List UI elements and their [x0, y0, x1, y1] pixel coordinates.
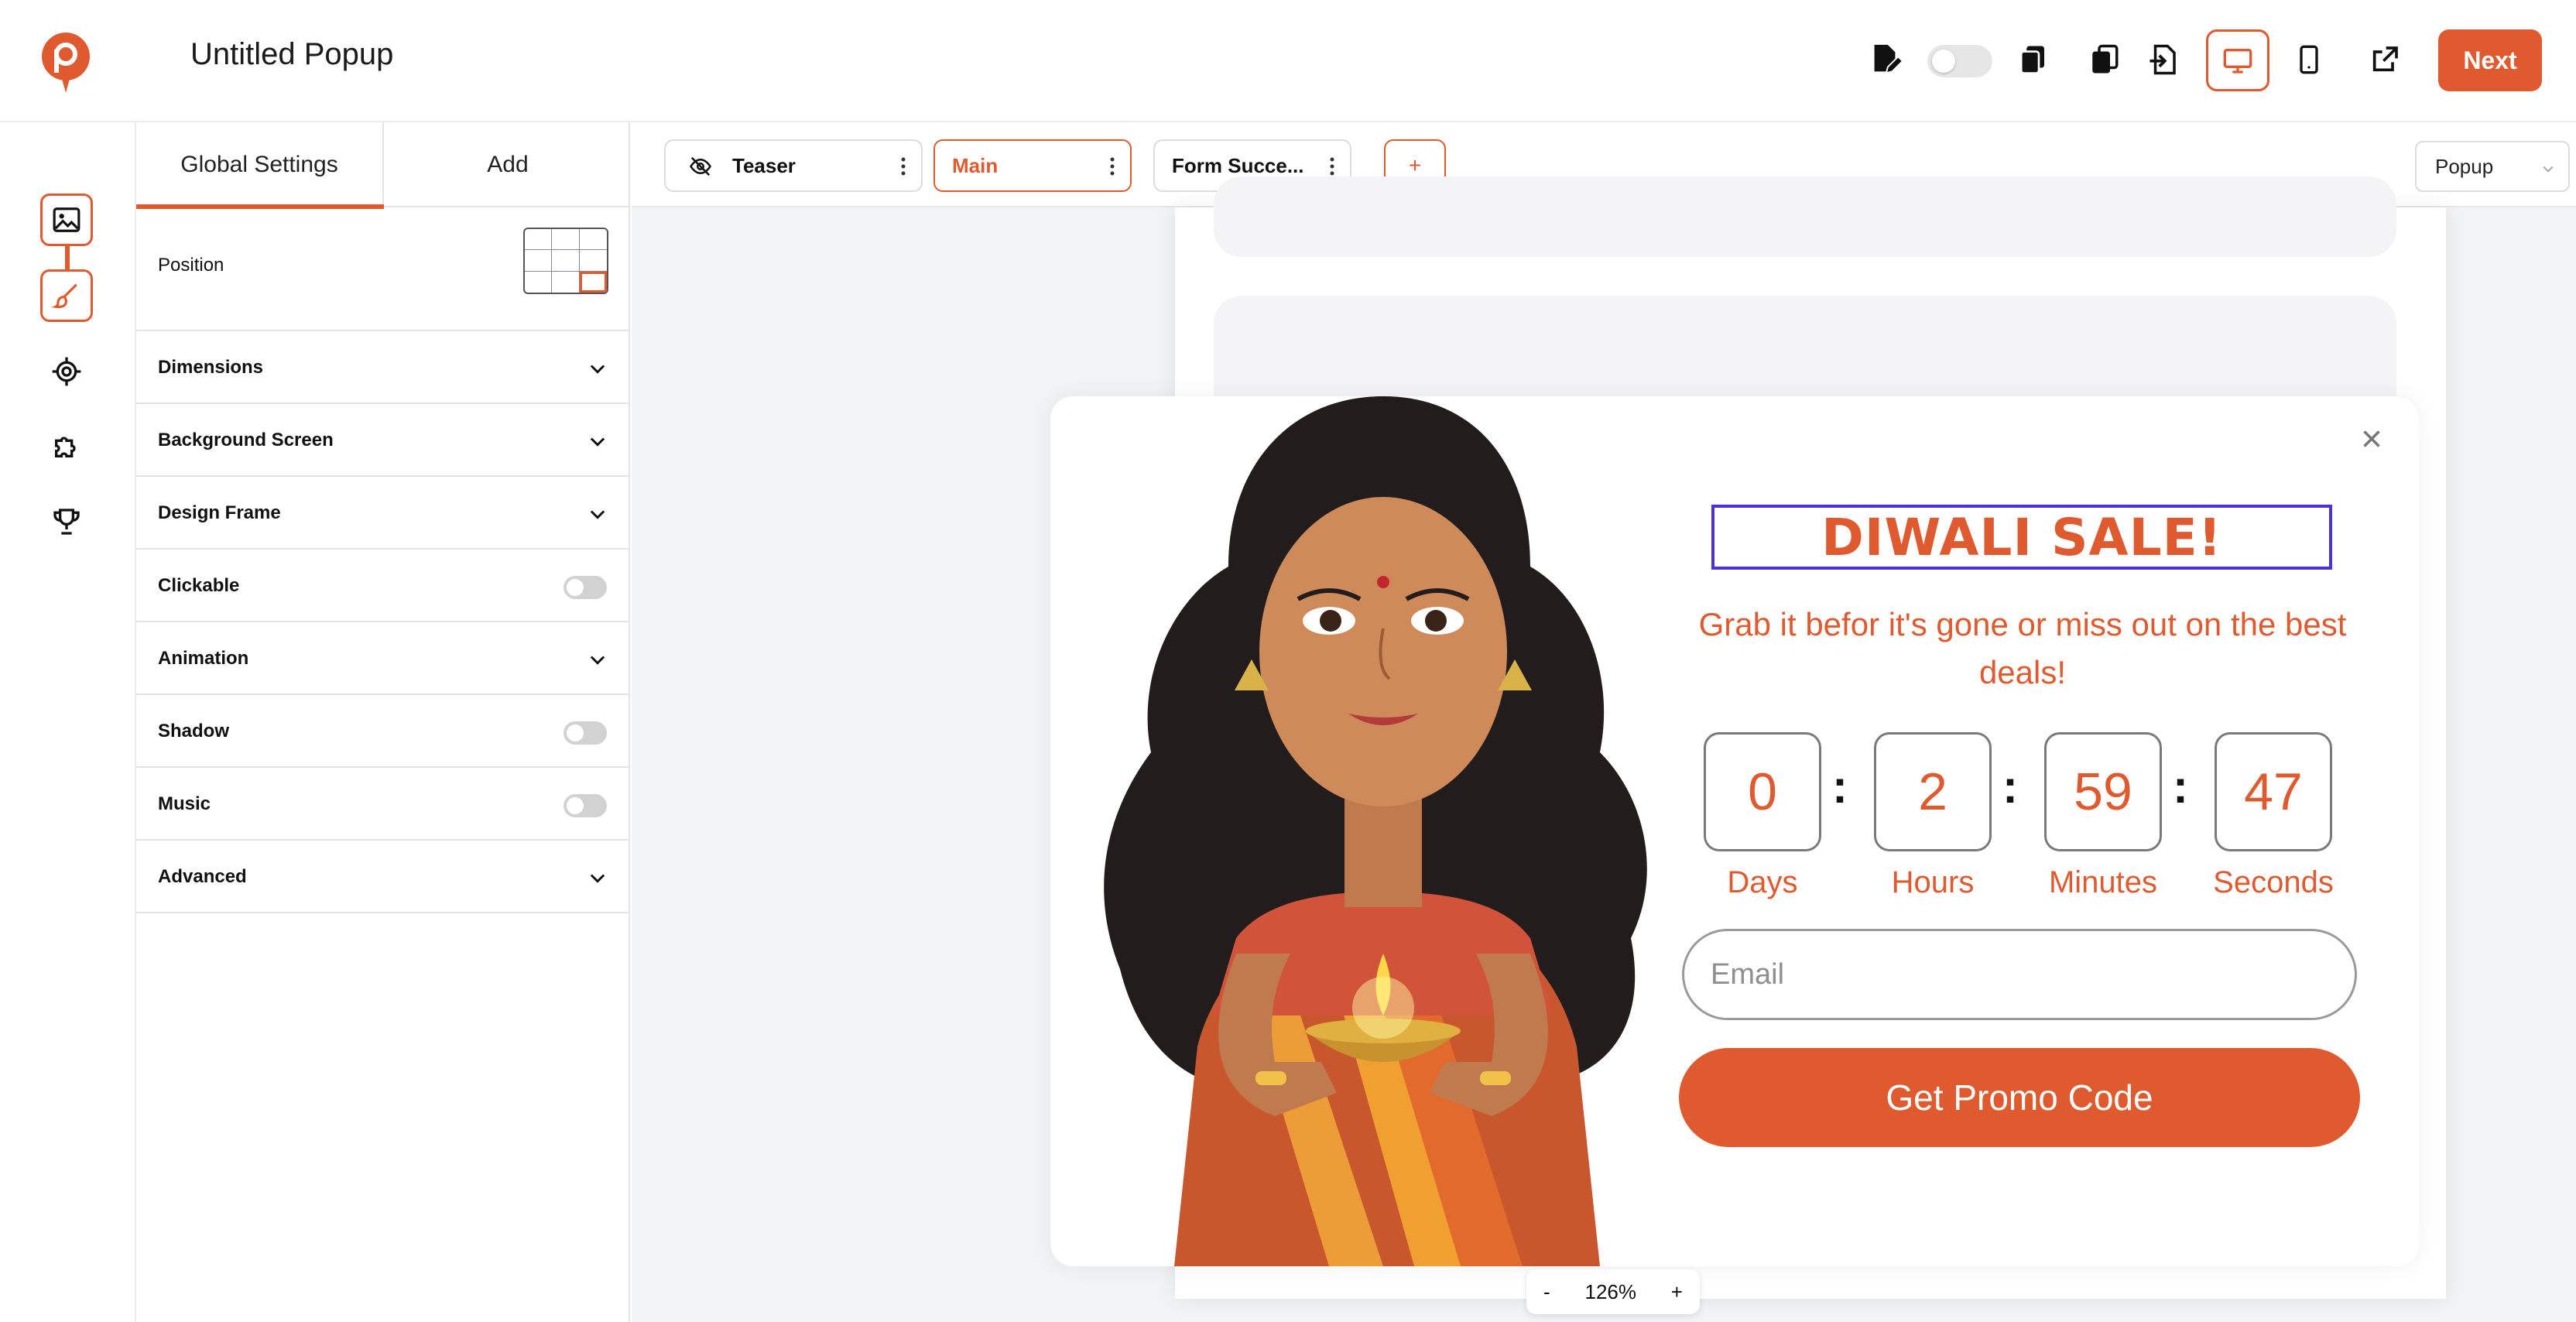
preview-toggle[interactable]: [1927, 45, 1992, 77]
countdown-separator: :: [1832, 761, 1848, 813]
setting-label: Animation: [158, 648, 249, 669]
clickable-toggle[interactable]: [564, 576, 607, 599]
next-button[interactable]: Next: [2438, 29, 2542, 91]
more-options-icon[interactable]: [901, 156, 906, 176]
settings-panel: Global Settings Add Position Dimensions …: [136, 122, 630, 1322]
external-link-icon[interactable]: [2361, 36, 2409, 84]
desktop-view-icon: [2223, 49, 2252, 74]
setting-label: Design Frame: [158, 502, 281, 523]
canvas-area: Teaser Main Form Succe... + Popup DIWALI…: [632, 122, 2576, 1322]
setting-row-background-screen[interactable]: Background Screen: [136, 404, 629, 477]
chevron-down-icon: [590, 874, 605, 883]
setting-label: Background Screen: [158, 430, 334, 450]
setting-label: Music: [158, 793, 211, 814]
popup-type-value: Popup: [2435, 154, 2494, 178]
countdown-days-box: 0: [1704, 732, 1821, 851]
countdown-separator: :: [2002, 761, 2018, 813]
rail-design-button[interactable]: [40, 269, 93, 322]
position-grid[interactable]: [523, 228, 608, 294]
step-tab-label: Teaser: [732, 153, 796, 177]
popup-preview[interactable]: DIWALI SALE! Grab it befor it's gone or …: [1050, 396, 2419, 1266]
popup-type-select[interactable]: Popup: [2415, 141, 2570, 192]
countdown-days-label: Days: [1727, 865, 1798, 899]
panel-tabs: Global Settings Add: [136, 122, 630, 209]
more-options-icon[interactable]: [1110, 156, 1115, 176]
countdown-seconds-label: Seconds: [2213, 865, 2334, 899]
popup-headline[interactable]: DIWALI SALE!: [1711, 505, 2332, 570]
site-block: [1214, 176, 2396, 257]
setting-label: Clickable: [158, 575, 240, 596]
chevron-down-icon: [590, 365, 605, 374]
get-promo-code-button[interactable]: Get Promo Code: [1679, 1048, 2360, 1147]
shadow-toggle[interactable]: [564, 721, 607, 745]
zoom-out-button[interactable]: -: [1543, 1280, 1550, 1304]
zoom-in-button[interactable]: +: [1671, 1280, 1683, 1304]
countdown-minutes-box: 59: [2044, 732, 2162, 851]
music-toggle[interactable]: [564, 794, 607, 817]
countdown-hours-box: 2: [1874, 732, 1992, 851]
countdown-hours-label: Hours: [1891, 865, 1975, 899]
chevron-down-icon: [2543, 166, 2554, 173]
setting-row-shadow: Shadow: [136, 695, 629, 768]
import-icon[interactable]: [2139, 36, 2187, 84]
app-logo-icon[interactable]: [40, 31, 91, 96]
position-label: Position: [158, 255, 224, 276]
woman-with-diya-illustration: [1104, 396, 1647, 1266]
top-bar: Untitled Popup Next: [0, 0, 2576, 122]
mobile-view-icon[interactable]: [2285, 36, 2333, 84]
edit-file-icon[interactable]: [1861, 36, 1909, 84]
setting-row-dimensions[interactable]: Dimensions: [136, 331, 629, 404]
puzzle-icon[interactable]: [43, 423, 90, 469]
countdown-seconds-box: 47: [2215, 732, 2332, 851]
target-icon[interactable]: [43, 348, 90, 395]
chevron-down-icon: [590, 656, 605, 665]
setting-label: Dimensions: [158, 357, 264, 378]
tab-add[interactable]: Add: [385, 122, 630, 207]
step-tab-teaser[interactable]: Teaser: [664, 139, 923, 192]
setting-label: Advanced: [158, 866, 247, 887]
more-options-icon[interactable]: [1330, 156, 1334, 176]
rail-image-button[interactable]: [40, 194, 93, 246]
setting-row-design-frame[interactable]: Design Frame: [136, 477, 629, 550]
rail-connector: [65, 246, 70, 269]
zoom-level: 126%: [1584, 1279, 1636, 1303]
popup-subtext[interactable]: Grab it befor it's gone or miss out on t…: [1682, 601, 2363, 697]
close-icon[interactable]: [2357, 424, 2386, 454]
step-tab-label: Form Succe...: [1172, 153, 1304, 177]
countdown-separator: :: [2173, 761, 2188, 813]
trophy-icon[interactable]: [43, 498, 90, 545]
eye-off-icon: [690, 156, 711, 176]
zoom-control: - 126% +: [1526, 1269, 1700, 1314]
step-tab-label: Main: [952, 153, 999, 177]
duplicate-icon[interactable]: [2081, 36, 2129, 84]
setting-row-animation[interactable]: Animation: [136, 622, 629, 695]
step-tab-main[interactable]: Main: [933, 139, 1132, 192]
brush-icon: [52, 283, 77, 309]
position-row: Position: [136, 209, 629, 331]
setting-row-advanced[interactable]: Advanced: [136, 841, 629, 913]
desktop-view-button[interactable]: [2206, 29, 2269, 91]
setting-row-music: Music: [136, 768, 629, 841]
copy-icon[interactable]: [2009, 36, 2057, 84]
email-field[interactable]: [1682, 929, 2357, 1020]
chevron-down-icon: [590, 510, 605, 519]
setting-label: Shadow: [158, 721, 230, 741]
tab-global-settings[interactable]: Global Settings: [136, 122, 384, 209]
setting-row-clickable: Clickable: [136, 550, 629, 622]
countdown-minutes-label: Minutes: [2048, 865, 2158, 899]
page-title[interactable]: Untitled Popup: [190, 37, 393, 72]
chevron-down-icon: [590, 437, 605, 447]
image-icon: [53, 207, 80, 232]
left-rail: [0, 122, 136, 1322]
